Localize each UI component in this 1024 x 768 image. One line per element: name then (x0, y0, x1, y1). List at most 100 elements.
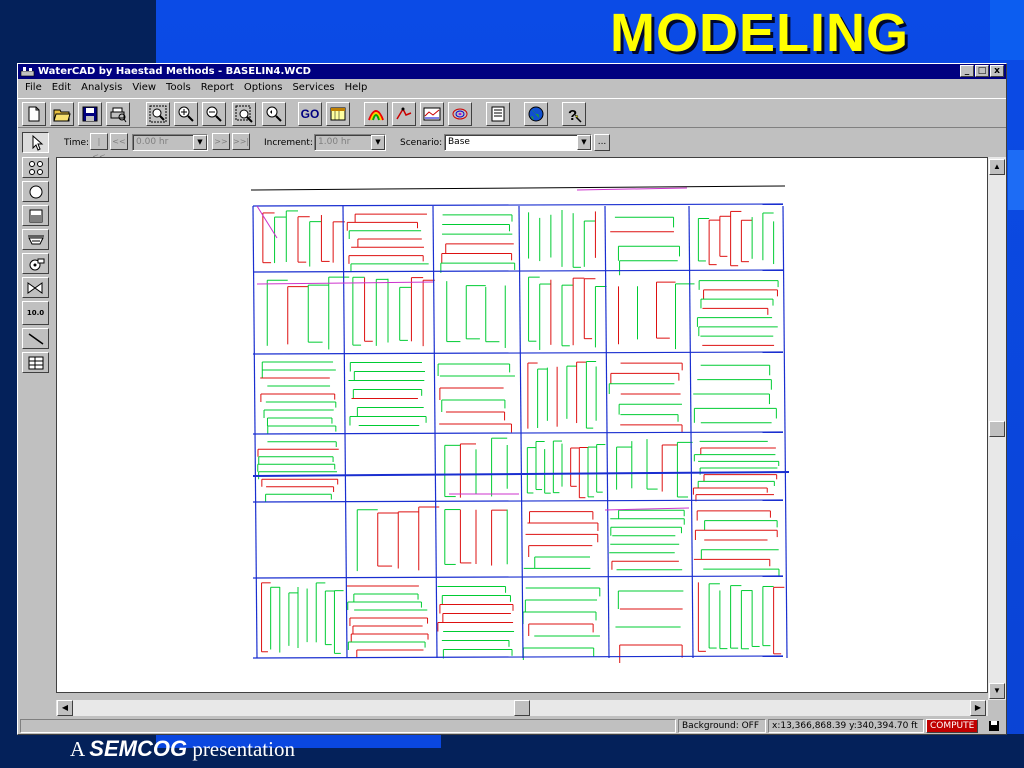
zoom-extents-icon (149, 105, 167, 123)
open-button[interactable] (50, 102, 74, 126)
first-step-button[interactable]: |<< (90, 133, 108, 161)
menu-view[interactable]: View (127, 79, 161, 97)
window-titlebar[interactable]: WaterCAD by Haestad Methods - BASELIN4.W… (18, 64, 1006, 79)
pipe-segment[interactable] (252, 205, 258, 659)
menu-report[interactable]: Report (196, 79, 239, 97)
zoom-previous-icon (266, 106, 282, 122)
pipe-segment[interactable] (252, 655, 784, 659)
zoom-extents-button[interactable] (146, 102, 170, 126)
drawing-canvas[interactable] (56, 157, 988, 693)
contour-button[interactable] (448, 102, 472, 126)
increment-select[interactable]: 1.00 hr ▼ (314, 134, 386, 151)
pipe-segment[interactable] (250, 185, 786, 191)
scenario-select[interactable]: Base ▼ (444, 134, 592, 151)
scenario-manager-button[interactable]: ... (594, 134, 610, 151)
calendar-icon (330, 107, 346, 121)
pipe-segment[interactable] (252, 575, 784, 579)
scroll-up-arrow-icon[interactable]: ▲ (989, 159, 1005, 175)
increment-dropdown-arrow-icon[interactable]: ▼ (371, 135, 385, 150)
select-arrow-icon (32, 134, 43, 151)
select-tool-button[interactable] (22, 132, 49, 153)
scroll-right-arrow-icon[interactable]: ▶ (970, 700, 986, 716)
profile-button[interactable] (420, 102, 444, 126)
save-status-icon[interactable] (988, 720, 1000, 732)
last-step-button[interactable]: >>| (232, 133, 250, 150)
menu-help[interactable]: Help (340, 79, 373, 97)
main-toolbar: GO ? (18, 98, 1006, 128)
zoom-window-button[interactable] (232, 102, 256, 126)
help-button[interactable]: ? (562, 102, 586, 126)
print-preview-button[interactable] (106, 102, 130, 126)
zoom-in-button[interactable] (174, 102, 198, 126)
slide-title: MODELING (610, 3, 909, 63)
vertical-scrollbar[interactable]: ▲ ▼ (988, 157, 1006, 700)
pipe-segment[interactable] (342, 205, 348, 659)
menu-options[interactable]: Options (239, 79, 288, 97)
menu-services[interactable]: Services (287, 79, 339, 97)
scroll-down-arrow-icon[interactable]: ▼ (989, 683, 1005, 699)
pipe-segment[interactable] (252, 269, 784, 273)
new-file-button[interactable] (22, 102, 46, 126)
menu-file[interactable]: File (20, 79, 47, 97)
pump-tool-button[interactable] (22, 253, 49, 274)
vertical-scroll-thumb[interactable] (989, 421, 1005, 437)
color-coding-button[interactable] (364, 102, 388, 126)
pipe-segment[interactable] (604, 507, 690, 511)
menu-tools[interactable]: Tools (161, 79, 196, 97)
pipe-segment[interactable] (576, 187, 688, 191)
pipe-tool-button[interactable] (22, 328, 49, 349)
contour-icon (452, 108, 468, 120)
junction-icon (28, 160, 43, 175)
horizontal-scroll-thumb[interactable] (514, 700, 530, 716)
reservoir-tool-button[interactable] (22, 229, 49, 250)
pipe-segment[interactable] (252, 351, 784, 355)
time-value: 0.00 hr (136, 137, 169, 147)
annotation-button[interactable] (392, 102, 416, 126)
valve-icon (27, 281, 42, 294)
pipe-segment[interactable] (518, 205, 524, 659)
tank-tool-button[interactable] (22, 205, 49, 226)
pipe-segment[interactable] (252, 431, 784, 435)
compute-button[interactable]: COMPUTE (926, 719, 979, 733)
save-button[interactable] (78, 102, 102, 126)
gauge-tool-button[interactable]: 10.0 (22, 301, 49, 325)
prev-step-button[interactable]: << (110, 133, 128, 150)
pipe-segment[interactable] (782, 205, 788, 659)
zoom-out-button[interactable] (202, 102, 226, 126)
window-title: WaterCAD by Haestad Methods - BASELIN4.W… (38, 66, 311, 77)
help-question-icon: ? (568, 107, 582, 123)
pipe-segment[interactable] (252, 499, 784, 503)
water-network-map[interactable] (57, 158, 988, 693)
menu-analysis[interactable]: Analysis (76, 79, 127, 97)
pipe-segment[interactable] (252, 203, 784, 207)
zoom-previous-button[interactable] (262, 102, 286, 126)
footer-prefix: A (70, 737, 85, 761)
next-step-button[interactable]: >> (212, 133, 230, 150)
node-tool-button[interactable] (22, 181, 49, 202)
globe-button[interactable] (524, 102, 548, 126)
close-button[interactable]: x (990, 65, 1004, 77)
time-select[interactable]: 0.00 hr ▼ (132, 134, 208, 151)
menu-edit[interactable]: Edit (47, 79, 76, 97)
scenario-dropdown-arrow-icon[interactable]: ▼ (577, 135, 591, 150)
minimize-button[interactable]: _ (960, 65, 974, 77)
globe-icon (528, 106, 544, 122)
valve-tool-button[interactable] (22, 277, 49, 298)
go-button[interactable]: GO (298, 102, 322, 126)
restore-button[interactable]: □ (975, 65, 989, 77)
pipe-segment[interactable] (432, 205, 438, 659)
tank-icon (29, 209, 42, 222)
calendar-button[interactable] (326, 102, 350, 126)
pipe-segment[interactable] (604, 205, 610, 659)
window-controls: _ □ x (960, 65, 1004, 77)
layout-tool-button[interactable] (22, 352, 49, 373)
junction-tool-button[interactable] (22, 157, 49, 178)
footer-brand: SEMCOG (89, 736, 188, 761)
pipe-segment[interactable] (256, 205, 278, 239)
svg-text:?: ? (568, 107, 577, 123)
horizontal-scrollbar[interactable]: ◀ ▶ (56, 700, 988, 716)
scroll-left-arrow-icon[interactable]: ◀ (57, 700, 73, 716)
time-dropdown-arrow-icon[interactable]: ▼ (193, 135, 207, 150)
pipe-segment[interactable] (256, 281, 434, 285)
report-button[interactable] (486, 102, 510, 126)
